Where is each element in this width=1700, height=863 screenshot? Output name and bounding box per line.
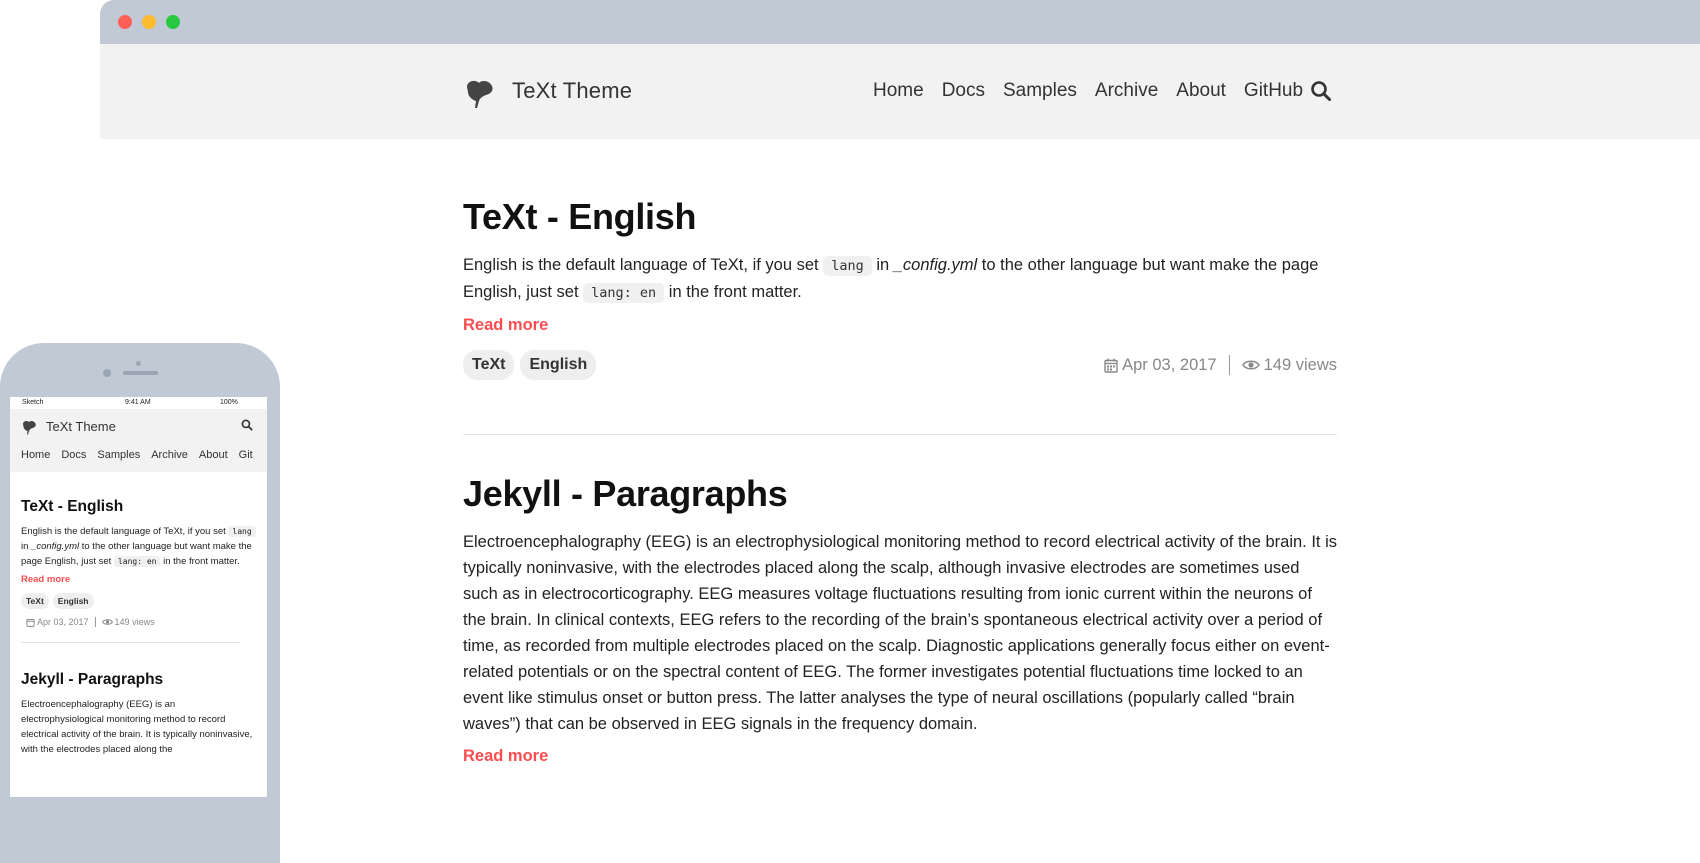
- tag-text[interactable]: TeXt: [21, 593, 49, 609]
- mobile-phone-mockup: Sketch 9:41 AM 100% TeXt Theme Home Docs…: [0, 343, 280, 863]
- window-close-button[interactable]: [118, 15, 132, 29]
- mobile-nav-samples[interactable]: Samples: [97, 449, 140, 461]
- status-time: 9:41 AM: [125, 399, 151, 406]
- ginkgo-logo-icon[interactable]: [463, 77, 495, 109]
- inline-code: lang: en: [113, 556, 161, 567]
- post-title[interactable]: TeXt - English: [463, 196, 1337, 238]
- mobile-site-header: TeXt Theme Home Docs Samples Archive Abo…: [10, 409, 267, 472]
- phone-speaker: [123, 371, 158, 375]
- post-item: TeXt - English English is the default la…: [463, 196, 1337, 380]
- mobile-post-list: TeXt - English English is the default la…: [21, 472, 258, 757]
- mobile-post-date: Apr 03, 2017: [37, 617, 89, 627]
- inline-code: lang: [823, 256, 872, 276]
- site-header: TeXt Theme Home Docs Samples Archive Abo…: [100, 44, 1700, 139]
- mobile-read-more-link[interactable]: Read more: [21, 574, 258, 585]
- tag-list: TeXt English: [463, 350, 597, 380]
- post-title[interactable]: Jekyll - Paragraphs: [463, 473, 1337, 515]
- mobile-post-excerpt: Electroencephalography (EEG) is an elect…: [21, 699, 253, 755]
- mobile-nav: Home Docs Samples Archive About Git: [21, 449, 253, 461]
- nav-item-about[interactable]: About: [1176, 80, 1226, 102]
- window-minimize-button[interactable]: [142, 15, 156, 29]
- tag-english[interactable]: English: [520, 350, 597, 380]
- file-name: _config.yml: [893, 256, 978, 274]
- search-icon[interactable]: [1310, 80, 1332, 102]
- mobile-status-bar: Sketch 9:41 AM 100%: [10, 397, 267, 409]
- nav-item-github[interactable]: GitHub: [1244, 80, 1303, 102]
- ginkgo-logo-icon[interactable]: [21, 419, 37, 435]
- post-excerpt: English is the default language of TeXt,…: [463, 256, 1319, 303]
- inline-code: lang: [228, 526, 256, 537]
- nav-item-samples[interactable]: Samples: [1003, 80, 1077, 102]
- read-more-link[interactable]: Read more: [463, 316, 1337, 335]
- search-icon[interactable]: [241, 419, 253, 431]
- phone-camera: [103, 369, 111, 377]
- mobile-post-divider: [21, 642, 240, 643]
- post-views: 149 views: [1263, 355, 1337, 374]
- nav-item-archive[interactable]: Archive: [1095, 80, 1158, 102]
- mobile-screen: Sketch 9:41 AM 100% TeXt Theme Home Docs…: [10, 397, 267, 797]
- mobile-nav-archive[interactable]: Archive: [151, 449, 188, 461]
- desktop-browser-window: TeXt Theme Home Docs Samples Archive Abo…: [100, 0, 1700, 800]
- post-divider: [463, 434, 1337, 435]
- eye-icon: [101, 619, 113, 625]
- mobile-nav-github[interactable]: Git: [239, 449, 253, 461]
- tag-text[interactable]: TeXt: [463, 350, 515, 380]
- meta-divider: [1228, 355, 1230, 375]
- post-meta: Apr 03, 2017 149 views: [1104, 355, 1337, 375]
- battery-label: 100%: [220, 399, 238, 406]
- read-more-link[interactable]: Read more: [463, 747, 1337, 766]
- main-nav: Home Docs Samples Archive About GitHub: [873, 80, 1303, 102]
- mobile-post-meta: Apr 03, 2017 149 views: [26, 617, 258, 627]
- phone-sensor: [136, 361, 141, 366]
- window-zoom-button[interactable]: [166, 15, 180, 29]
- eye-icon: [1241, 360, 1260, 370]
- mobile-post-excerpt: English is the default language of TeXt,…: [21, 524, 258, 569]
- tag-english[interactable]: English: [52, 593, 94, 609]
- mobile-post-title[interactable]: Jekyll - Paragraphs: [21, 671, 258, 689]
- nav-item-docs[interactable]: Docs: [942, 80, 985, 102]
- mobile-site-title[interactable]: TeXt Theme: [46, 419, 116, 434]
- mobile-nav-about[interactable]: About: [199, 449, 228, 461]
- mobile-tag-list: TeXt English: [21, 593, 258, 609]
- post-excerpt: Electroencephalography (EEG) is an elect…: [463, 533, 1338, 733]
- window-titlebar: [100, 0, 1700, 44]
- mobile-post-title[interactable]: TeXt - English: [21, 498, 258, 516]
- meta-divider: [94, 617, 96, 627]
- site-title[interactable]: TeXt Theme: [512, 78, 632, 104]
- inline-code: lang: en: [583, 283, 665, 303]
- file-name: _config.yml: [31, 541, 80, 552]
- carrier-label: Sketch: [22, 399, 44, 406]
- nav-item-home[interactable]: Home: [873, 80, 924, 102]
- mobile-post-views: 149 views: [114, 617, 155, 627]
- calendar-icon: [26, 618, 35, 627]
- calendar-icon: [1104, 358, 1118, 373]
- mobile-nav-docs[interactable]: Docs: [61, 449, 86, 461]
- post-date: Apr 03, 2017: [1122, 355, 1217, 374]
- post-item: Jekyll - Paragraphs Electroencephalograp…: [463, 473, 1337, 766]
- mobile-nav-home[interactable]: Home: [21, 449, 50, 461]
